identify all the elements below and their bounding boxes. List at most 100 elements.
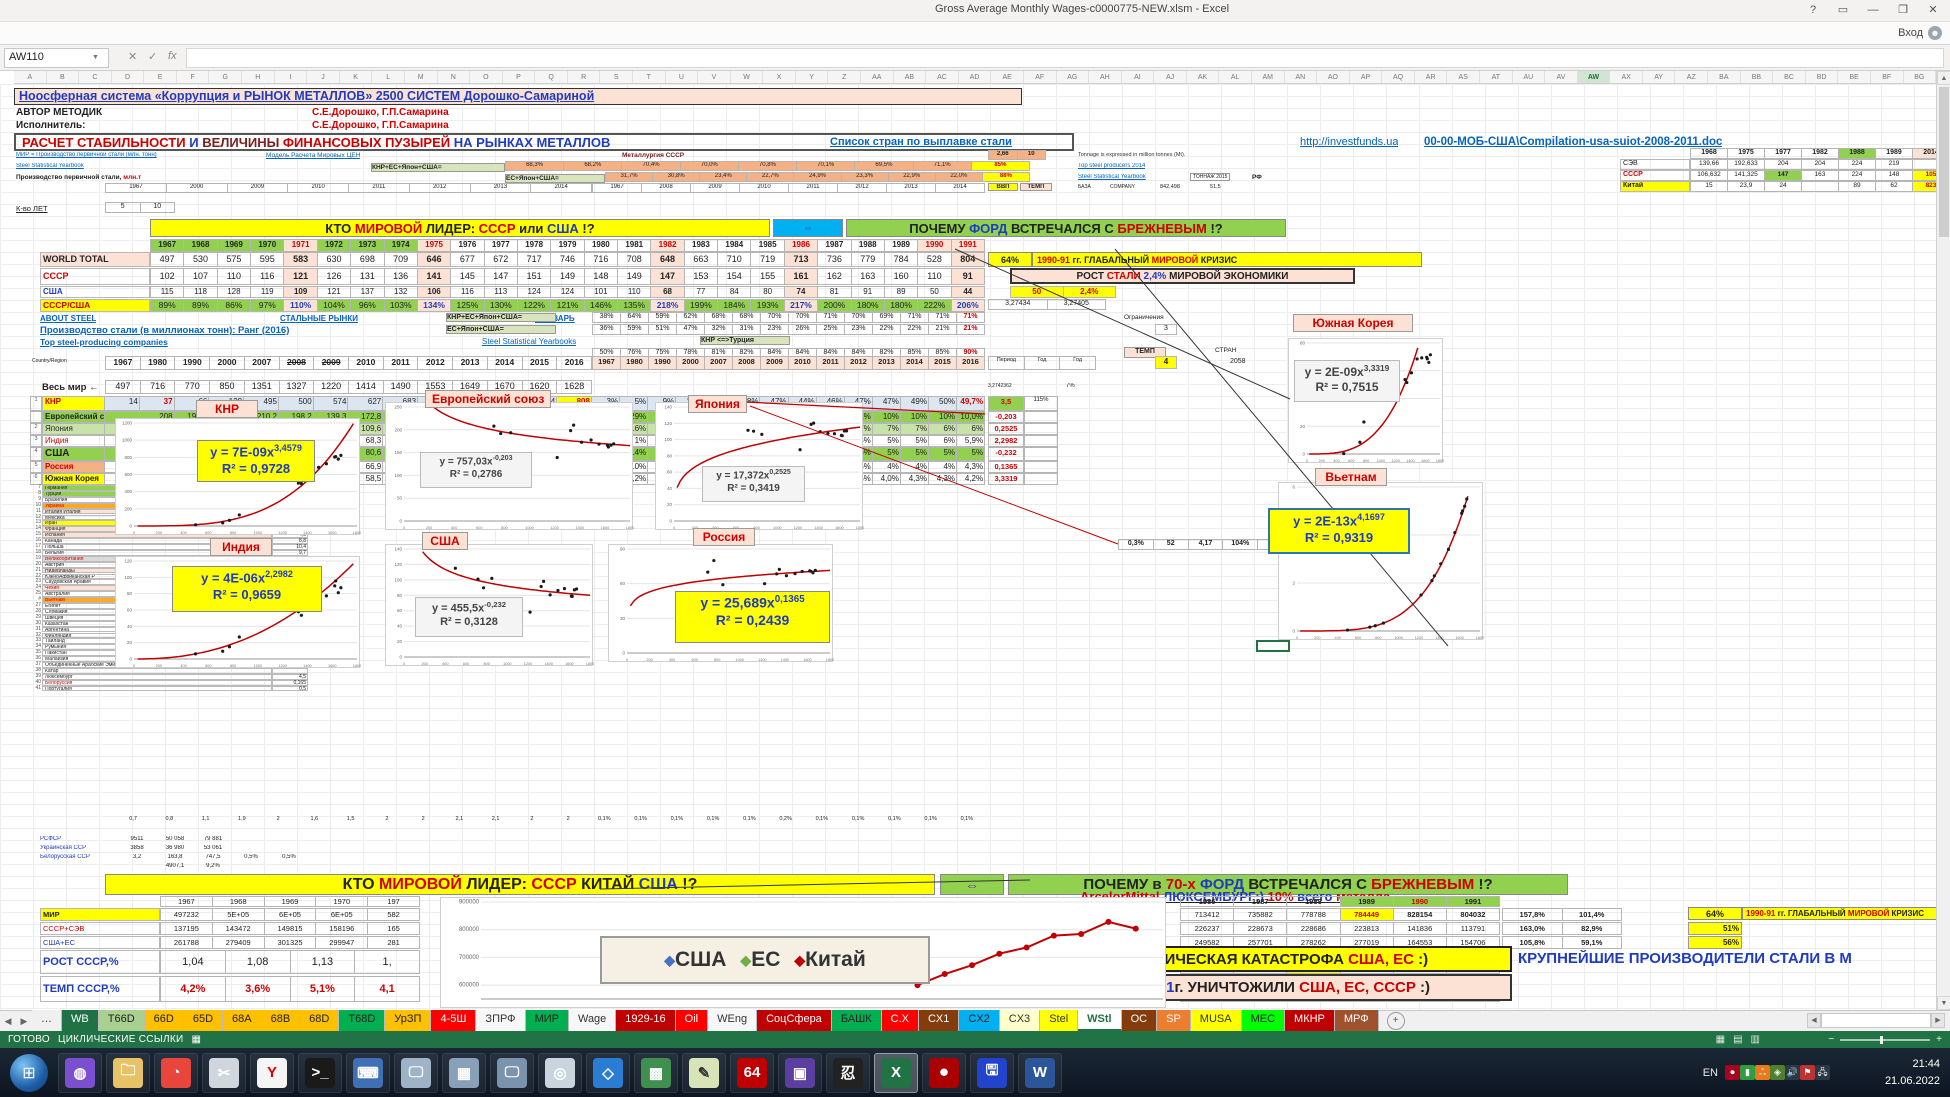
- temp-cell[interactable]: -0,203: [988, 411, 1024, 423]
- cell[interactable]: 69%: [873, 312, 901, 323]
- column-header[interactable]: W: [731, 71, 764, 83]
- year-cell[interactable]: 1989: [884, 239, 919, 252]
- cell[interactable]: 583: [284, 252, 318, 267]
- cell[interactable]: 124: [551, 286, 585, 298]
- cell[interactable]: 59%: [649, 312, 677, 323]
- column-header[interactable]: E: [144, 71, 177, 83]
- year-cell[interactable]: 2015: [522, 356, 558, 370]
- scroll-right-icon[interactable]: ▶: [1931, 1013, 1945, 1028]
- cell[interactable]: 180%: [884, 299, 919, 312]
- cell[interactable]: 1,13: [290, 950, 356, 974]
- cell[interactable]: 2: [369, 816, 405, 826]
- percent-cell[interactable]: 10%: [928, 411, 958, 423]
- percent-cell[interactable]: 4,0%: [872, 473, 901, 485]
- cell[interactable]: [270, 836, 308, 845]
- tiny-cell[interactable]: [1024, 423, 1058, 435]
- cell[interactable]: 70%: [845, 312, 873, 323]
- percent-cell[interactable]: 5%: [872, 435, 901, 447]
- cell[interactable]: 2014: [936, 183, 985, 193]
- yearbook-link[interactable]: Steel Statistical Yearbook: [16, 163, 84, 169]
- cell[interactable]: 224: [1839, 159, 1876, 170]
- sheet-tab-СоцСфера[interactable]: СоцСфера: [757, 1010, 832, 1031]
- year-cell[interactable]: 1981: [618, 239, 652, 252]
- tray-nvidia-icon[interactable]: ◈: [1770, 1065, 1785, 1080]
- cell[interactable]: 2012: [838, 183, 887, 193]
- cell[interactable]: 226237: [1180, 922, 1235, 935]
- column-header[interactable]: AN: [1285, 71, 1318, 83]
- calculator-icon[interactable]: ▦: [442, 1052, 486, 1093]
- cell[interactable]: 2014: [1913, 148, 1936, 159]
- cell[interactable]: 163,8: [156, 854, 194, 863]
- cell[interactable]: 2011: [349, 183, 410, 193]
- year-cell[interactable]: 2013: [873, 356, 901, 370]
- cell[interactable]: 56%: [1688, 936, 1742, 949]
- cell[interactable]: 828154: [1393, 908, 1447, 921]
- year-cell[interactable]: 1987: [1234, 896, 1288, 907]
- cell[interactable]: 136: [384, 268, 418, 285]
- cell[interactable]: 97%: [251, 299, 285, 312]
- cell[interactable]: 2009: [227, 183, 289, 193]
- column-header[interactable]: D: [112, 71, 145, 83]
- cell[interactable]: 52: [1153, 539, 1189, 550]
- cell[interactable]: 217%: [784, 299, 819, 312]
- sheet-tab-65D[interactable]: 65D: [183, 1010, 224, 1031]
- percent-cell[interactable]: 10%: [900, 411, 929, 423]
- cell[interactable]: 86%: [217, 299, 252, 312]
- cell[interactable]: 121: [284, 268, 318, 285]
- cell[interactable]: 0,8: [151, 816, 187, 826]
- cell[interactable]: 36%: [592, 324, 621, 335]
- cell[interactable]: 1,9: [224, 816, 260, 826]
- cell[interactable]: 79 881: [194, 836, 232, 845]
- pct64-cell[interactable]: 64%: [988, 252, 1032, 267]
- cell[interactable]: 151: [517, 268, 552, 285]
- cell[interactable]: 23,4%: [700, 172, 748, 182]
- cell[interactable]: 1,1: [188, 816, 224, 826]
- ribbon-tab[interactable]: [104, 22, 130, 44]
- cell[interactable]: 1490: [383, 380, 419, 394]
- percent-cell[interactable]: 7%: [900, 423, 929, 435]
- mini-row-label[interactable]: Китай: [1620, 181, 1690, 192]
- cell[interactable]: 735882: [1234, 908, 1288, 921]
- year-cell[interactable]: 1986: [1180, 896, 1235, 907]
- cell[interactable]: 0,1%: [586, 816, 622, 826]
- cell[interactable]: 25%: [817, 324, 845, 335]
- cell[interactable]: 698: [351, 252, 385, 267]
- cpu-monitor-icon[interactable]: ▣: [778, 1052, 822, 1093]
- column-header[interactable]: AE: [991, 71, 1024, 83]
- cell[interactable]: 137: [351, 286, 385, 298]
- tray-flag-icon[interactable]: ⚑: [1800, 1065, 1815, 1080]
- cell[interactable]: 648: [651, 252, 685, 267]
- cell[interactable]: 131: [351, 268, 385, 285]
- tiny-cell[interactable]: [1024, 461, 1058, 473]
- year-cell[interactable]: 1989: [1340, 896, 1394, 907]
- percent-cell[interactable]: 5%: [900, 435, 929, 447]
- cell[interactable]: 0,5%: [270, 854, 308, 863]
- year-cell[interactable]: 1977: [484, 239, 518, 252]
- selected-cell[interactable]: [1256, 640, 1290, 652]
- year-cell[interactable]: 1972: [317, 239, 352, 252]
- cell[interactable]: 158196: [316, 922, 369, 935]
- cell[interactable]: 91: [951, 268, 985, 285]
- steel-markets-link[interactable]: СТАЛЬНЫЕ РЫНКИ: [280, 314, 358, 323]
- cell[interactable]: 70%: [761, 312, 789, 323]
- cell[interactable]: 2010: [288, 183, 349, 193]
- cell[interactable]: 497: [150, 252, 185, 267]
- cell[interactable]: 107: [184, 268, 218, 285]
- cell[interactable]: 747,5: [194, 854, 232, 863]
- cell[interactable]: 22%: [873, 324, 901, 335]
- remote-desktop-icon[interactable]: ⌨: [346, 1052, 390, 1093]
- cell[interactable]: 4907,1: [156, 863, 194, 872]
- cell[interactable]: 105: [1913, 170, 1936, 181]
- cell[interactable]: 672: [484, 252, 518, 267]
- scroll-up-icon[interactable]: ▲: [1937, 71, 1950, 85]
- cell[interactable]: 21%: [957, 324, 985, 335]
- cell[interactable]: 70,0%: [680, 161, 739, 171]
- percent-cell[interactable]: 47%: [872, 396, 901, 411]
- tray-battery-icon[interactable]: ▮: [1740, 1065, 1755, 1080]
- column-header[interactable]: P: [503, 71, 536, 83]
- swap-cell-2[interactable]: ⇔: [940, 874, 1004, 895]
- cell[interactable]: 163,0%: [1502, 922, 1563, 935]
- cell[interactable]: 88%: [982, 172, 1030, 182]
- percent-cell[interactable]: 4,3%: [928, 473, 958, 485]
- sheet-tab-68A[interactable]: 68A: [223, 1010, 262, 1031]
